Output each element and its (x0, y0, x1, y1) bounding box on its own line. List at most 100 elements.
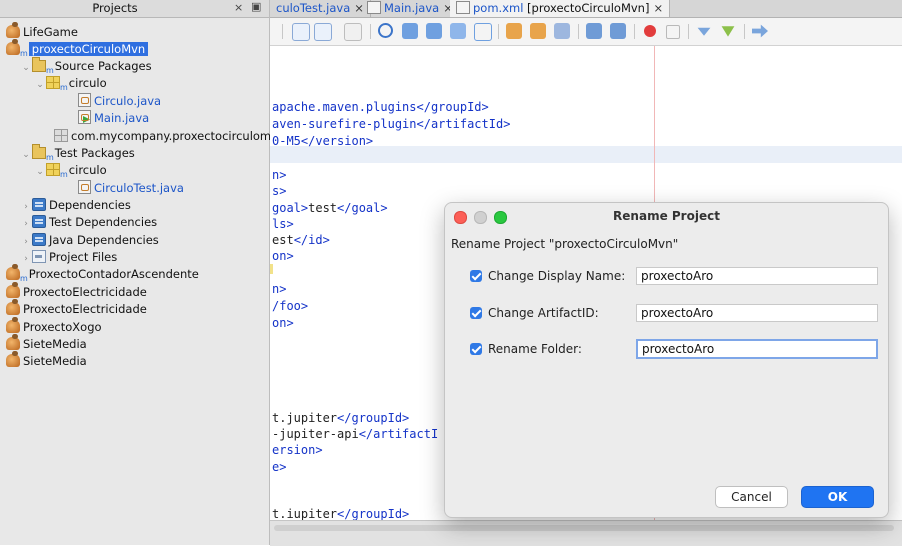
tree-item-proxectocirculomvn[interactable]: m proxectoCirculoMvn (6, 39, 149, 58)
project-icon (6, 264, 20, 280)
horizontal-scrollbar[interactable] (270, 520, 902, 546)
rectangular-selection-icon[interactable] (474, 23, 492, 41)
tree-item-sietemedia[interactable]: SieteMedia (6, 334, 87, 353)
source-view-icon[interactable] (292, 23, 310, 41)
tree-item-project-files[interactable]: › Project Files (20, 249, 117, 266)
find-previous-icon[interactable] (402, 23, 418, 39)
tree-item-proxectoxogo[interactable]: ProxectoXogo (6, 317, 102, 336)
chevron-down-icon[interactable]: ⌄ (34, 77, 46, 94)
project-files-icon (32, 250, 46, 263)
maven-file-icon (456, 1, 470, 14)
next-bookmark-icon[interactable] (530, 23, 546, 39)
code-line: on> (272, 249, 294, 263)
rename-folder-checkbox[interactable] (470, 343, 482, 355)
toggle-bookmark-icon[interactable] (554, 23, 570, 39)
package-icon (46, 76, 60, 89)
tree-item-proxectocontadorascendente[interactable]: mProxectoContadorAscendente (6, 264, 199, 283)
package-icon (46, 163, 60, 176)
code-line: est</id> (272, 233, 330, 247)
chevron-down-icon[interactable]: ⌄ (20, 147, 32, 164)
tree-item-circulo-test-package[interactable]: ⌄ mcirculo (34, 162, 107, 179)
history-icon[interactable] (314, 23, 332, 41)
change-marker (270, 264, 273, 274)
rename-project-dialog: Rename Project Rename Project "proxectoC… (444, 202, 889, 518)
shift-right-icon[interactable] (610, 23, 626, 39)
project-icon (6, 299, 20, 315)
shift-left-icon[interactable] (586, 23, 602, 39)
toggle-highlight-icon[interactable] (450, 23, 466, 39)
tab-circulotest-java[interactable]: culoTest.java × (270, 0, 371, 17)
code-line: n> (272, 168, 287, 182)
cancel-button[interactable]: Cancel (715, 486, 788, 508)
editor-tab-bar: culoTest.java × Main.java × pom.xml [proxe… (270, 0, 902, 18)
java-main-file-icon (367, 1, 381, 14)
chevron-down-icon[interactable]: ⌄ (34, 164, 46, 181)
code-line: on> (272, 316, 294, 330)
code-line: 0-M5</version> (272, 134, 374, 148)
library-icon (32, 233, 46, 246)
tree-item-java-dependencies[interactable]: › Java Dependencies (20, 232, 159, 249)
project-icon (6, 39, 20, 55)
folder-name-input[interactable] (636, 339, 878, 359)
toolbar-separator (688, 24, 689, 39)
library-icon (32, 198, 46, 211)
code-line: e> (272, 460, 287, 474)
close-panel-icon[interactable]: × (234, 1, 243, 14)
change-display-name-checkbox[interactable] (470, 270, 482, 282)
tree-item-source-packages[interactable]: ⌄ mSource Packages (20, 57, 152, 77)
tree-item-com-mycompany-package[interactable]: com.mycompany.proxectocirculomvn (54, 128, 285, 145)
comment-icon[interactable] (697, 27, 711, 36)
tab-main-java[interactable]: Main.java × (361, 0, 460, 17)
library-icon (32, 215, 46, 228)
tree-item-proxectoelectricidade-2[interactable]: ProxectoElectricidade (6, 299, 147, 318)
change-artifactid-checkbox[interactable] (470, 307, 482, 319)
project-icon (6, 317, 20, 333)
tree-item-main-java[interactable]: Main.java (78, 110, 149, 127)
tree-item-circulotest-java[interactable]: CirculoTest.java (78, 180, 184, 197)
dialog-heading: Rename Project "proxectoCirculoMvn" (451, 237, 679, 251)
tab-pom-xml[interactable]: pom.xml [proxectoCirculoMvn] × (450, 0, 671, 17)
maximize-panel-icon[interactable]: ▣ (251, 0, 261, 13)
java-file-icon (78, 180, 91, 194)
tree-item-dependencies[interactable]: › Dependencies (20, 197, 131, 214)
display-name-input[interactable] (636, 267, 878, 285)
change-display-name-option[interactable]: Change Display Name: (470, 266, 625, 286)
code-line: aven-surefire-plugin</artifactId> (272, 117, 511, 131)
close-tab-icon[interactable]: × (653, 1, 663, 15)
code-line: ls> (272, 217, 294, 231)
tree-item-circulo-java[interactable]: Circulo.java (78, 93, 161, 110)
code-line: apache.maven.plugins</groupId> (272, 100, 489, 114)
tree-item-circulo-package[interactable]: ⌄ mcirculo (34, 75, 107, 92)
run-arrow-icon[interactable] (752, 24, 768, 38)
toolbar-separator (498, 24, 499, 39)
code-line: t.jupiter</groupId> (272, 411, 410, 425)
rename-folder-option[interactable]: Rename Folder: (470, 339, 582, 359)
chevron-right-icon[interactable]: › (20, 216, 32, 233)
code-line: s> (272, 184, 287, 198)
artifactid-input[interactable] (636, 304, 878, 322)
code-line: -jupiter-api</artifactI (272, 427, 439, 441)
chevron-down-icon[interactable]: ⌄ (20, 60, 32, 77)
tree-item-sietemedia-2[interactable]: SieteMedia (6, 351, 87, 370)
stop-macro-recording-icon[interactable] (666, 25, 680, 39)
project-icon (6, 22, 20, 38)
tree-item-test-packages[interactable]: ⌄ mTest Packages (20, 144, 135, 164)
start-macro-recording-icon[interactable] (644, 25, 656, 37)
change-artifactid-option[interactable]: Change ArtifactID: (470, 303, 599, 323)
code-line: /foo> (272, 299, 309, 313)
previous-bookmark-icon[interactable] (506, 23, 522, 39)
package-folder-icon (32, 144, 46, 159)
toolbar-separator (744, 24, 745, 39)
toolbar-separator (282, 24, 283, 39)
find-next-icon[interactable] (426, 23, 442, 39)
ok-button[interactable]: OK (801, 486, 874, 508)
dialog-title: Rename Project (613, 209, 720, 223)
projects-panel: Projects × ▣ LifeGame m proxectoCirculoMv… (0, 0, 285, 545)
last-edit-icon[interactable] (344, 23, 362, 41)
project-icon (6, 282, 20, 298)
tree-item-proxectoelectricidade[interactable]: ProxectoElectricidade (6, 282, 147, 301)
uncomment-icon[interactable] (721, 26, 735, 37)
search-icon[interactable] (378, 23, 393, 38)
tree-item-test-dependencies[interactable]: › Test Dependencies (20, 214, 157, 231)
dialog-titlebar[interactable]: Rename Project (445, 203, 888, 227)
